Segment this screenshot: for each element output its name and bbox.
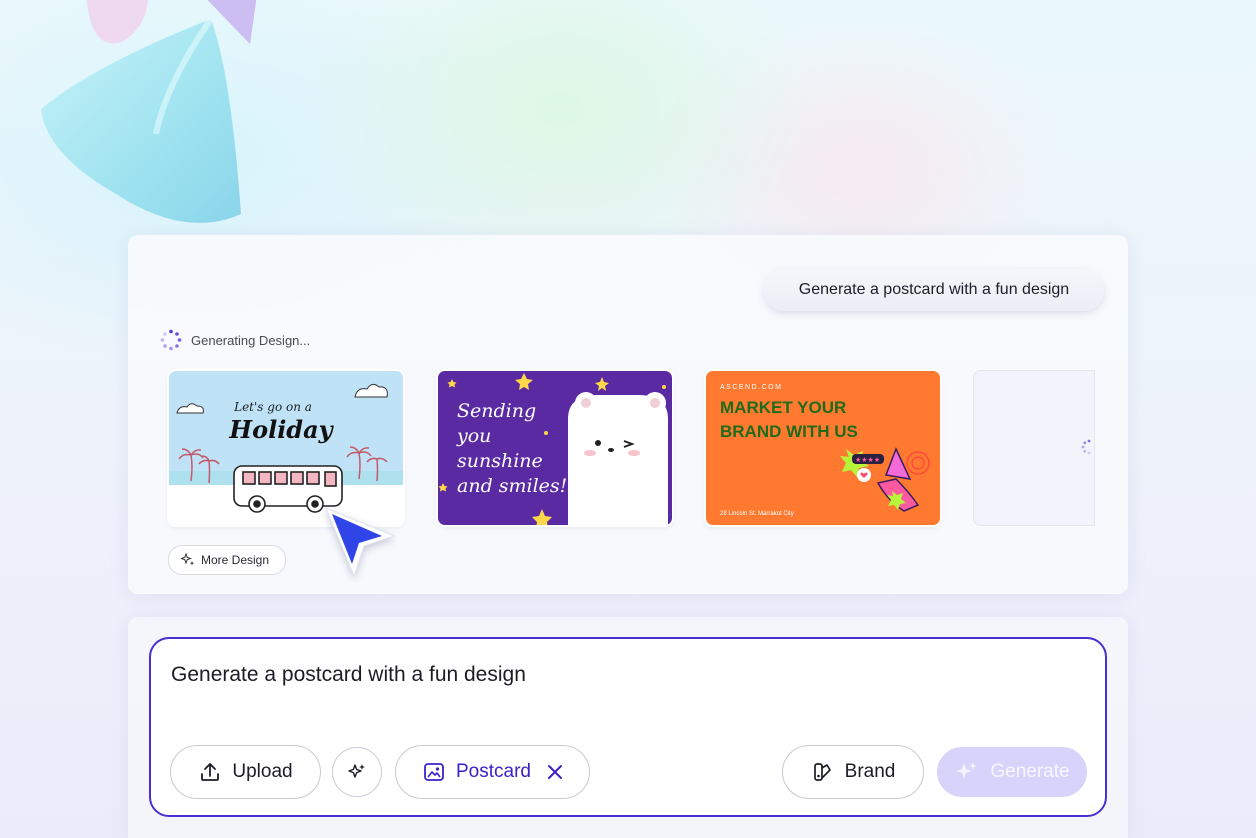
market-brand: ASCEND.COM [720, 384, 782, 391]
market-address: 28 Lincoln St. Marrakot City [720, 511, 794, 517]
design-card-loading [974, 371, 1094, 525]
market-postcard-art: ASCEND.COM MARKET YOUR BRAND WITH US 28 … [706, 371, 940, 525]
brand-button[interactable]: Brand [782, 745, 924, 799]
postcard-chip[interactable]: Postcard [395, 745, 590, 799]
magic-enhance-button[interactable] [332, 747, 382, 797]
upload-button[interactable]: Upload [170, 745, 321, 799]
cone-shape-decoration [41, 17, 241, 223]
svg-text:★★★★: ★★★★ [855, 456, 880, 464]
prompt-input[interactable]: Generate a postcard with a fun design Up… [149, 637, 1107, 817]
design-card-market[interactable]: ASCEND.COM MARKET YOUR BRAND WITH US 28 … [706, 371, 940, 525]
market-line2: BRAND WITH US [720, 422, 858, 441]
sunshine-line3: sunshine [457, 450, 543, 472]
sparkle-icon [181, 553, 195, 566]
design-results-panel: Generate a postcard with a fun design Ge… [128, 235, 1128, 594]
upload-icon [201, 763, 220, 781]
postcard-chip-label: Postcard [456, 761, 531, 782]
holiday-line2: Holiday [228, 415, 334, 444]
upload-label: Upload [232, 761, 293, 782]
generate-button[interactable]: Generate [937, 747, 1087, 797]
sparkle-icon [348, 764, 365, 778]
spinner-icon [1081, 439, 1091, 455]
prompt-input-text[interactable]: Generate a postcard with a fun design [171, 663, 526, 687]
postcard-icon [424, 763, 444, 781]
sparkle-icon [956, 762, 978, 779]
close-icon[interactable] [547, 764, 563, 780]
generating-status: Generating Design... [160, 329, 310, 351]
market-line1: MARKET YOUR [720, 398, 846, 417]
sunshine-line4: and smiles! [457, 475, 567, 497]
generating-status-text: Generating Design... [191, 332, 311, 348]
design-card-sunshine[interactable]: Sending you sunshine and smiles! [438, 371, 672, 525]
more-design-button[interactable]: More Design [168, 545, 287, 575]
palette-icon [813, 763, 831, 781]
prompt-bubble: Generate a postcard with a fun design [764, 269, 1104, 311]
pointer-cursor-icon [325, 507, 396, 578]
sunshine-line2: you [456, 425, 491, 447]
sunshine-postcard-art: Sending you sunshine and smiles! [438, 371, 672, 525]
composer-panel: Generate a postcard with a fun design Up… [128, 617, 1128, 838]
spinner-icon [160, 329, 182, 351]
holiday-line1: Let's go on a [233, 400, 312, 414]
more-design-label: More Design [201, 553, 270, 567]
brand-label: Brand [844, 761, 896, 782]
generate-label: Generate [990, 761, 1070, 782]
sunshine-line1: Sending [457, 400, 536, 422]
